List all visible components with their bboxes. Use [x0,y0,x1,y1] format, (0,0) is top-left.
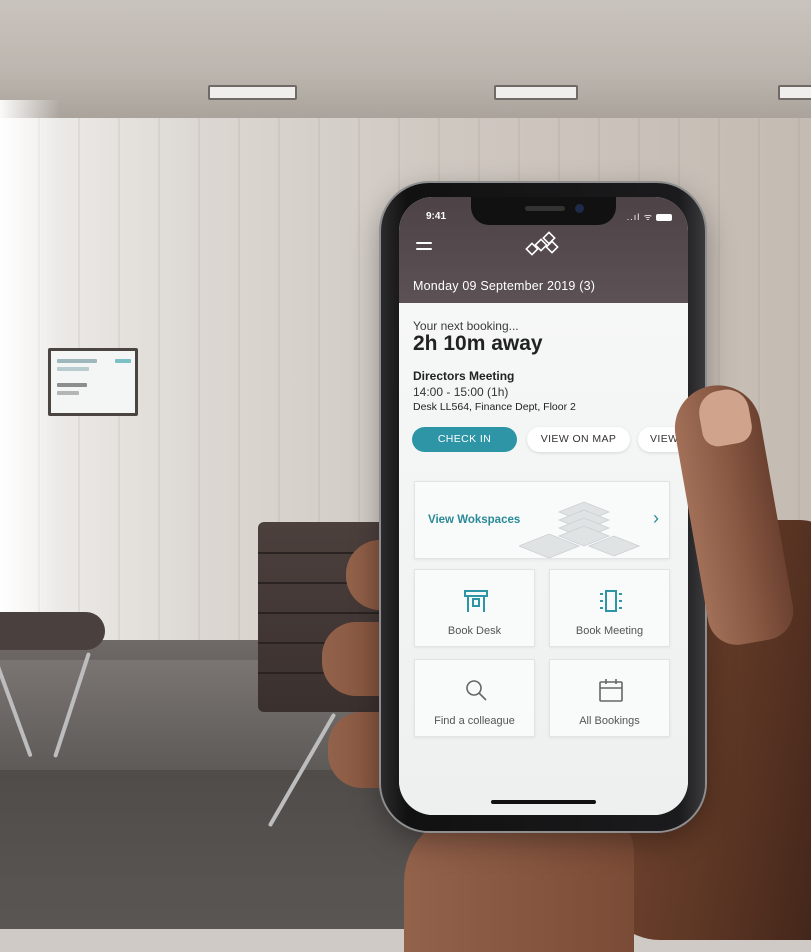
signal-wifi-icon: ..ıl ᯤ [626,212,653,222]
book-desk-tile[interactable]: Book Desk [414,569,535,647]
phone-screen: 9:41 ..ıl ᯤ Monday 09 September 2019 (3)… [399,197,688,815]
app-content: Your next booking... 2h 10m away Directo… [399,303,688,815]
status-icons: ..ıl ᯤ [627,210,672,223]
meeting-title: Directors Meeting [413,369,515,383]
all-bookings-tile[interactable]: All Bookings [549,659,670,737]
tile-label: Find a colleague [434,715,515,727]
app-logo-icon [525,231,559,256]
next-booking-label: Your next booking... [413,319,519,333]
speaker [525,206,565,211]
notch [471,197,616,225]
chevron-right-icon: › [653,508,659,528]
home-indicator[interactable] [491,800,596,804]
workspaces-illustration-icon [519,501,641,558]
meeting-room-icon [600,590,622,612]
chair [0,612,105,650]
meeting-location: Desk LL564, Finance Dept, Floor 2 [413,401,576,413]
find-colleague-tile[interactable]: Find a colleague [414,659,535,737]
tile-label: All Bookings [579,715,640,727]
view-workspaces-card[interactable]: View Wokspaces › [414,481,670,559]
book-meeting-tile[interactable]: Book Meeting [549,569,670,647]
next-booking-countdown: 2h 10m away [413,332,543,355]
meeting-time: 14:00 - 15:00 (1h) [413,385,509,399]
view-on-map-button[interactable]: VIEW ON MAP [527,427,630,452]
status-time: 9:41 [426,211,447,222]
view-workspaces-label: View Wokspaces [428,514,521,526]
tile-label: Book Meeting [575,625,644,637]
date-header: Monday 09 September 2019 (3) [413,279,596,293]
ceiling-light [208,85,297,100]
hamburger-menu-icon[interactable] [416,242,432,254]
camera [575,204,584,213]
wall-display [48,348,138,416]
ceiling [0,0,811,118]
search-icon [466,680,487,701]
tile-label: Book Desk [447,625,502,637]
finger [404,812,634,952]
desk-icon [464,590,488,612]
ceiling-light [778,85,811,100]
battery-icon [656,214,672,222]
ceiling-light [494,85,578,100]
check-in-button[interactable]: CHECK IN [412,427,517,452]
calendar-icon [599,679,623,702]
